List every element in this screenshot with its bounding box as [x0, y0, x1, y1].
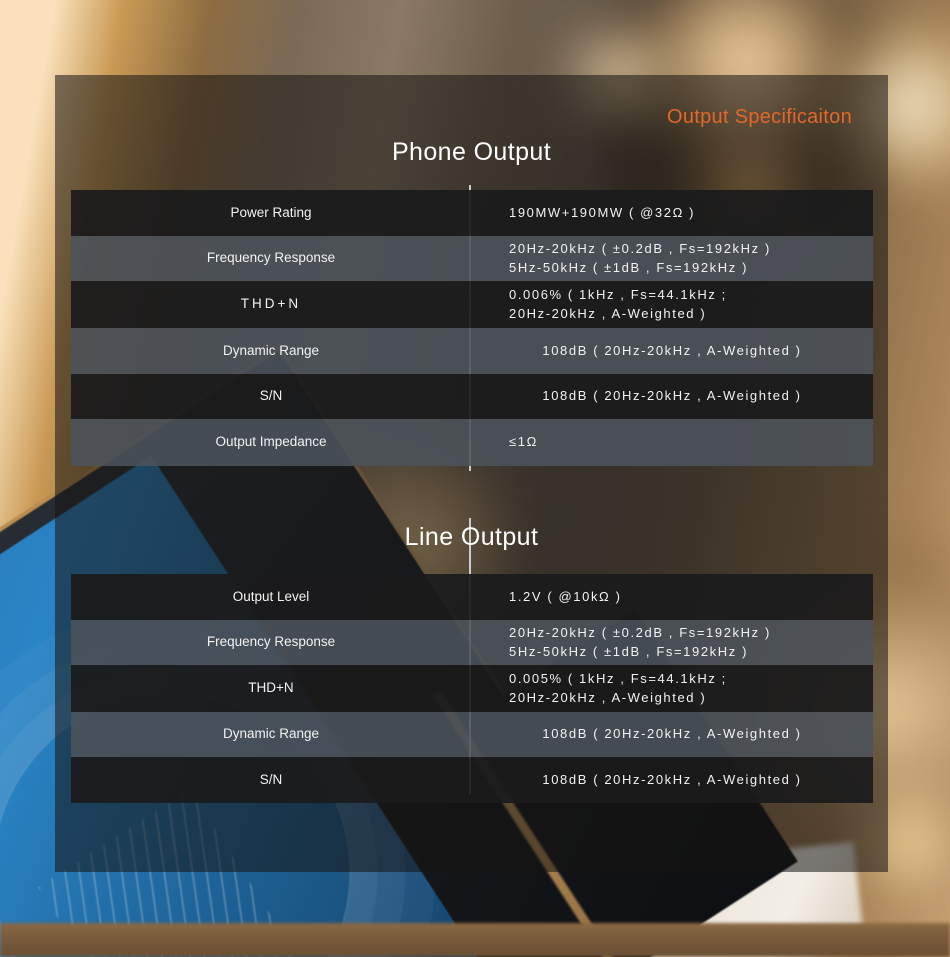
table-row: Power Rating 190MW+190MW ( @32Ω )	[71, 190, 873, 236]
spec-value: 1.2V ( @10kΩ )	[509, 588, 622, 604]
section-heading-line-output: Line Output	[404, 523, 539, 551]
spec-value: 108dB ( 20Hz-20kHz , A-Weighted )	[542, 771, 802, 787]
phone-output-table: Power Rating 190MW+190MW ( @32Ω ) Frequenc…	[71, 190, 873, 466]
table-row: Dynamic Range 108dB ( 20Hz-20kHz , A-Weig…	[71, 712, 873, 757]
spec-value: 20Hz-20kHz ( ±0.2dB , Fs=192kHz ) 5Hz-50…	[509, 625, 771, 659]
spec-label: Output Impedance	[215, 434, 327, 450]
line-output-table: Output Level 1.2V ( @10kΩ ) Frequency Resp…	[71, 574, 873, 803]
spec-label: Frequency Response	[206, 250, 336, 266]
spec-label: Output Level	[232, 588, 310, 604]
spec-label: Dynamic Range	[222, 342, 320, 358]
spec-label: S/N	[259, 771, 283, 787]
spec-label: THD+N	[248, 680, 294, 696]
table-row: THD+N 0.006% ( 1kHz , Fs=44.1kHz ; 20Hz-2…	[71, 281, 873, 328]
spec-label: Power Rating	[230, 204, 312, 220]
spec-value: 20Hz-20kHz ( ±0.2dB , Fs=192kHz ) 5Hz-50…	[509, 241, 771, 275]
spec-value: 0.006% ( 1kHz , Fs=44.1kHz ; 20Hz-20kHz …	[509, 287, 727, 321]
section-heading-phone-output: Phone Output	[391, 138, 552, 166]
wooden-ledge	[0, 923, 950, 957]
spec-label: THD+N	[240, 296, 302, 312]
spec-value: 0.005% ( 1kHz , Fs=44.1kHz ; 20Hz-20kHz …	[509, 671, 727, 705]
spec-panel: Output Specificaiton Phone Output Power …	[55, 75, 888, 872]
spec-value: ≤1Ω	[509, 434, 538, 450]
spec-label: Frequency Response	[206, 634, 336, 650]
table-row: Output Level 1.2V ( @10kΩ )	[71, 574, 873, 620]
spec-value: 108dB ( 20Hz-20kHz , A-Weighted )	[542, 388, 802, 404]
spec-label: Dynamic Range	[222, 726, 320, 742]
table-row: Dynamic Range 108dB ( 20Hz-20kHz , A-Weig…	[71, 328, 873, 374]
table-row: Output Impedance ≤1Ω	[71, 419, 873, 466]
table-row: Frequency Response 20Hz-20kHz ( ±0.2dB , …	[71, 620, 873, 665]
screenshot-root: Output Specificaiton Phone Output Power …	[0, 0, 950, 957]
spec-label: S/N	[259, 388, 283, 404]
spec-value: 190MW+190MW ( @32Ω )	[509, 204, 696, 220]
table-row: Frequency Response 20Hz-20kHz ( ±0.2dB , …	[71, 236, 873, 281]
table-row: S/N 108dB ( 20Hz-20kHz , A-Weighted )	[71, 374, 873, 419]
output-specification-title: Output Specificaiton	[667, 106, 852, 128]
table-row: S/N 108dB ( 20Hz-20kHz , A-Weighted )	[71, 757, 873, 803]
spec-value: 108dB ( 20Hz-20kHz , A-Weighted )	[542, 726, 802, 742]
spec-value: 108dB ( 20Hz-20kHz , A-Weighted )	[542, 342, 802, 358]
table-row: THD+N 0.005% ( 1kHz , Fs=44.1kHz ; 20Hz-2…	[71, 665, 873, 712]
